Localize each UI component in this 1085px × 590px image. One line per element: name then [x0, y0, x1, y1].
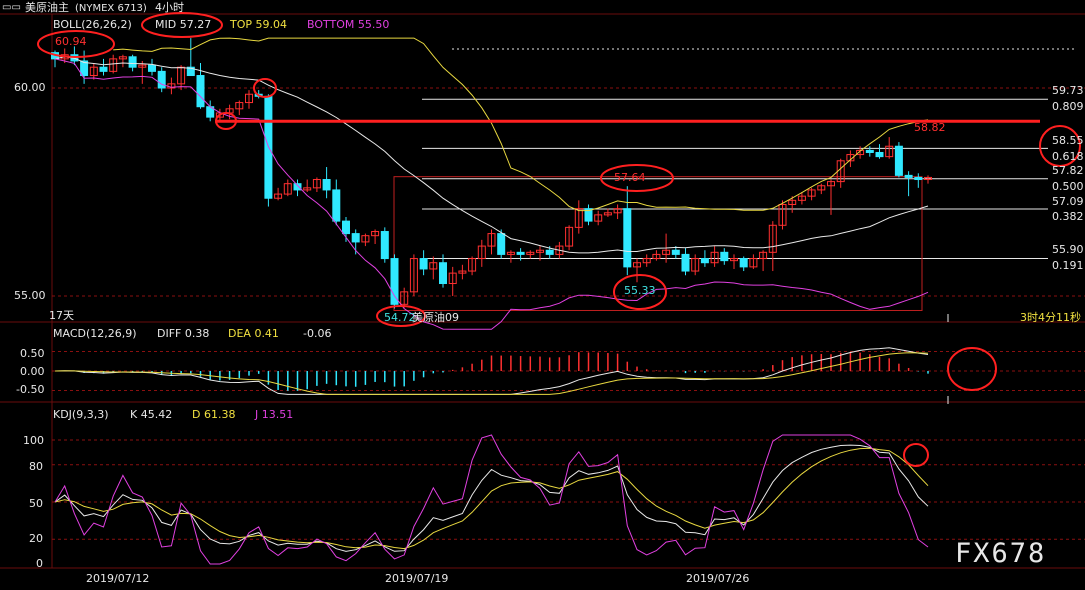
date-tick: 2019/07/12	[86, 572, 150, 585]
candle-body	[623, 208, 632, 268]
watermark-logo: FX678	[955, 538, 1047, 569]
candle-body	[293, 183, 302, 191]
exchange-code: (NYMEX 6713)	[75, 3, 147, 14]
candle-body	[894, 145, 903, 176]
macd-value: -0.06	[303, 327, 332, 340]
annotation-mid-low: 55.33	[624, 284, 656, 297]
level-ratio: 0.809	[1052, 100, 1084, 113]
boll-label[interactable]: BOLL(26,26,2)	[53, 18, 132, 31]
boll-top: TOP 59.04	[230, 18, 287, 31]
candle-body	[148, 64, 156, 72]
boll-bottom: BOTTOM 55.50	[307, 18, 390, 31]
candle-body	[720, 251, 729, 262]
kdj-j-line	[54, 434, 929, 565]
candle-body	[739, 258, 748, 268]
level-ratio: 0.618	[1052, 150, 1084, 163]
range-box	[393, 176, 923, 311]
kdj-k: K 45.42	[130, 408, 173, 421]
candle-body	[904, 174, 913, 178]
level-ratio: 0.191	[1052, 259, 1084, 272]
kdj-label[interactable]: KDJ(9,3,3)	[53, 408, 109, 421]
macd-tick: -0.50	[16, 383, 45, 396]
price-tick: 55.00	[14, 289, 46, 302]
candle-body	[322, 179, 331, 191]
kdj-d-line	[54, 447, 929, 550]
candle-body	[681, 253, 690, 272]
annotation-circle	[903, 443, 929, 467]
candle-body	[351, 233, 360, 243]
candlestick-chart	[0, 12, 1085, 569]
level-ratio: 0.500	[1052, 180, 1084, 193]
countdown-label: 3时4分11秒	[1020, 311, 1081, 324]
kdj-d: D 61.38	[192, 408, 236, 421]
candle-body	[342, 220, 350, 235]
candle-body	[380, 231, 389, 260]
candle-body	[497, 233, 506, 255]
overlay-label: 美原油09	[412, 311, 459, 324]
kdj-tick: 100	[23, 434, 44, 447]
annotation-high-left: 60.94	[55, 35, 87, 48]
macd-tick: 0.50	[20, 347, 45, 360]
level-price: 59.73	[1052, 84, 1084, 97]
kdj-tick: 50	[29, 497, 43, 510]
level-price: 57.09	[1052, 195, 1084, 208]
candle-body	[332, 189, 341, 222]
macd-diff: DIFF 0.38	[157, 327, 210, 340]
macd-label[interactable]: MACD(12,26,9)	[53, 327, 137, 340]
candle-body	[875, 151, 884, 158]
kdj-j: J 13.51	[255, 408, 294, 421]
level-price: 57.82	[1052, 164, 1084, 177]
macd-tick: 0.00	[20, 365, 45, 378]
period-label[interactable]: 4小时	[155, 1, 184, 14]
candle-body	[128, 56, 137, 68]
annotation-mid-high: 57.64	[614, 171, 646, 184]
candle-body	[545, 249, 554, 255]
candle-body	[99, 66, 108, 72]
candle-body	[390, 258, 399, 305]
level-price: 58.55	[1052, 134, 1084, 147]
candle-body	[700, 258, 709, 264]
menu-icon[interactable]: ▭▭	[2, 1, 21, 14]
kdj-tick: 0	[36, 557, 43, 570]
level-ratio: 0.382	[1052, 210, 1084, 223]
date-tick: 2019/07/19	[385, 572, 449, 585]
candle-body	[439, 262, 447, 285]
macd-dea: DEA 0.41	[228, 327, 279, 340]
candle-body	[516, 251, 525, 255]
candle-body	[865, 149, 874, 153]
candle-body	[914, 176, 923, 181]
days-label: 17天	[49, 309, 74, 322]
boll-mid-line	[54, 56, 929, 254]
annotation-circle	[947, 347, 997, 391]
level-price: 55.90	[1052, 243, 1084, 256]
boll-mid: MID 57.27	[155, 18, 212, 31]
candle-body	[196, 75, 205, 108]
annotation-low-left: 54.72	[384, 311, 416, 324]
candle-body	[419, 258, 428, 270]
date-tick: 2019/07/26	[686, 572, 750, 585]
candle-body	[671, 249, 680, 255]
price-tick: 60.00	[14, 81, 46, 94]
kdj-tick: 80	[29, 460, 43, 473]
kdj-tick: 20	[29, 532, 43, 545]
annotation-right-high: 58.82	[914, 121, 946, 134]
kdj-k-line	[54, 444, 929, 552]
symbol-name: 美原油主	[25, 1, 69, 14]
